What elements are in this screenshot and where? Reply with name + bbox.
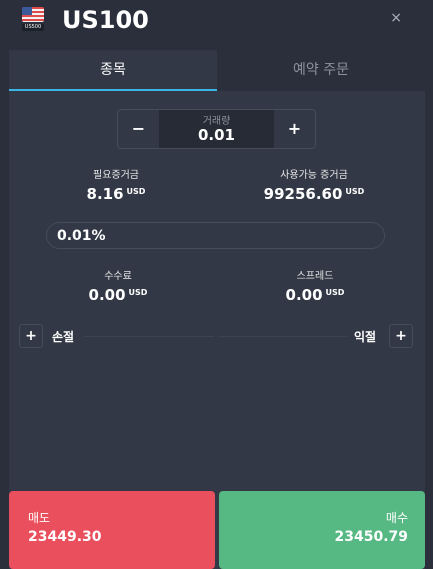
required-margin-label: 필요증거금: [93, 170, 139, 181]
quantity-value: 0.01: [197, 126, 235, 144]
available-margin-label: 사용가능 증거금: [280, 170, 348, 181]
available-margin-value: 99256.60 USD: [254, 185, 374, 203]
commission-label: 수수료: [104, 271, 132, 282]
buy-price: 23450.79: [334, 529, 408, 545]
active-tab-underline: [9, 89, 217, 91]
stop-loss-divider: [84, 336, 214, 337]
us-flag-icon: US500: [22, 7, 44, 31]
sell-button[interactable]: 매도 23449.30: [9, 491, 215, 569]
stop-loss-label: 손절: [52, 330, 75, 344]
plus-icon: +: [25, 328, 37, 344]
tab-pending-order-label: 예약 주문: [293, 62, 349, 78]
order-panel: US500 US100 × 종목 예약 주문 − 거래량 0.01 + 필요증거…: [0, 0, 433, 569]
spread-value: 0.00 USD: [265, 286, 365, 304]
spread-number: 0.00: [285, 286, 323, 304]
tab-instrument[interactable]: 종목: [9, 50, 217, 91]
commission-number: 0.00: [88, 286, 126, 304]
spread-label: 스프레드: [296, 271, 334, 282]
margin-percent-field[interactable]: 0.01%: [46, 222, 385, 249]
close-icon[interactable]: ×: [390, 10, 402, 26]
plus-icon[interactable]: +: [274, 110, 315, 148]
available-margin-number: 99256.60: [263, 185, 343, 203]
symbol-title: US100: [62, 6, 149, 34]
commission: 수수료 0.00 USD: [68, 267, 168, 304]
flag-label: US500: [22, 24, 44, 31]
sell-price: 23449.30: [28, 529, 102, 545]
tab-instrument-label: 종목: [100, 62, 126, 78]
margin-percent-value: 0.01%: [57, 228, 106, 244]
header: US500 US100 ×: [0, 0, 433, 50]
required-margin-number: 8.16: [86, 185, 124, 203]
quantity-stepper: − 거래량 0.01 +: [117, 109, 316, 149]
quantity-field[interactable]: 거래량 0.01: [159, 110, 274, 148]
add-stop-loss-button[interactable]: +: [19, 324, 43, 348]
spread-unit: USD: [325, 288, 345, 297]
sell-label: 매도: [28, 511, 51, 525]
plus-icon: +: [395, 328, 407, 344]
spread: 스프레드 0.00 USD: [265, 267, 365, 304]
take-profit-divider: [219, 336, 347, 337]
available-margin: 사용가능 증거금 99256.60 USD: [254, 166, 374, 203]
take-profit-label: 익절: [354, 330, 377, 344]
commission-unit: USD: [128, 288, 148, 297]
quantity-label: 거래량: [202, 116, 231, 127]
buy-label: 매수: [385, 511, 408, 525]
right-border: [425, 0, 433, 569]
commission-value: 0.00 USD: [68, 286, 168, 304]
required-margin-unit: USD: [126, 187, 146, 196]
tab-bar: 종목 예약 주문: [9, 50, 425, 91]
minus-icon[interactable]: −: [118, 110, 159, 148]
buy-button[interactable]: 매수 23450.79: [219, 491, 425, 569]
add-take-profit-button[interactable]: +: [389, 324, 413, 348]
available-margin-unit: USD: [345, 187, 365, 196]
required-margin: 필요증거금 8.16 USD: [66, 166, 166, 203]
required-margin-value: 8.16 USD: [66, 185, 166, 203]
tab-pending-order[interactable]: 예약 주문: [217, 50, 425, 91]
left-border: [0, 0, 9, 569]
